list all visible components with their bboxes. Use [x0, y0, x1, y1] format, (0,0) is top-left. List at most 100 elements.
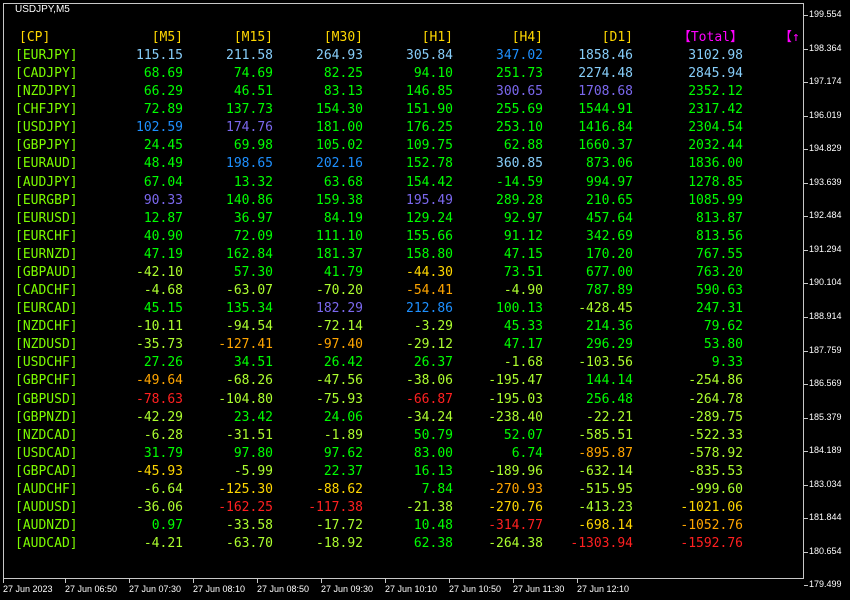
value-cell: -5.99 — [233, 463, 273, 479]
value-cell: 1544.91 — [578, 102, 633, 118]
value-cell: 162.84 — [226, 246, 273, 262]
value-cell: 111.10 — [316, 228, 363, 244]
value-cell: -289.75 — [688, 409, 743, 425]
value-cell: -38.06 — [406, 373, 453, 389]
value-cell: 159.38 — [316, 192, 363, 208]
value-cell: -49.64 — [136, 373, 183, 389]
value-cell: 46.51 — [233, 84, 273, 100]
value-cell: 94.10 — [413, 66, 453, 82]
value-cell: 787.89 — [586, 283, 633, 299]
value-cell: 82.25 — [323, 66, 363, 82]
value-cell: 12.87 — [143, 210, 183, 226]
value-cell: -999.60 — [688, 481, 743, 497]
value-cell: -44.30 — [406, 264, 453, 280]
value-cell: -1592.76 — [680, 536, 743, 552]
value-cell: 256.48 — [586, 391, 633, 407]
header-2: [M15] — [233, 30, 273, 45]
time-tick — [321, 579, 322, 583]
value-cell: 210.65 — [586, 192, 633, 208]
value-cell: -1052.76 — [680, 518, 743, 534]
value-cell: -314.77 — [488, 518, 543, 534]
value-cell: 100.13 — [496, 301, 543, 317]
price-tick — [804, 48, 808, 50]
value-cell: 135.34 — [226, 301, 273, 317]
value-cell: 6.74 — [511, 445, 543, 461]
value-cell: -29.12 — [406, 337, 453, 353]
value-cell: 97.62 — [323, 445, 363, 461]
time-label: 27 Jun 06:50 — [65, 584, 118, 594]
value-cell: -104.80 — [218, 391, 273, 407]
value-cell: 763.20 — [696, 264, 743, 280]
value-cell: 146.85 — [406, 84, 453, 100]
value-cell: 3102.98 — [688, 48, 743, 63]
value-cell: 1085.99 — [688, 192, 743, 208]
value-cell: 45.15 — [143, 301, 183, 317]
time-tick — [577, 579, 578, 583]
value-cell: -21.38 — [406, 500, 453, 515]
price-label: 198.364 — [809, 42, 842, 53]
price-axis[interactable]: 199.554 198.364 197.174 196.019 194.829 193.6… — [804, 0, 850, 600]
value-cell: -35.73 — [136, 337, 183, 353]
pair-label: [EURUSD] — [15, 210, 78, 226]
value-cell: 873.06 — [586, 156, 633, 172]
pair-label: [EURCAD] — [15, 301, 78, 317]
value-cell: 31.79 — [143, 445, 183, 461]
value-cell: -254.86 — [688, 373, 743, 389]
price-label: 183.034 — [809, 478, 842, 489]
value-cell: -88.62 — [316, 481, 363, 497]
time-axis[interactable]: 27 Jun 2023 27 Jun 06:50 27 Jun 07:30 27 Ju… — [0, 579, 804, 600]
value-cell: 72.89 — [143, 102, 183, 118]
value-cell: 23.42 — [233, 409, 273, 425]
value-cell: 90.33 — [143, 192, 183, 208]
value-cell: 151.90 — [406, 102, 453, 118]
value-cell: -125.30 — [218, 481, 273, 497]
price-label: 186.569 — [809, 378, 842, 389]
pair-label: [NZDCAD] — [15, 427, 78, 443]
value-cell: -515.95 — [578, 481, 633, 497]
value-cell: 342.69 — [586, 228, 633, 244]
value-cell: 253.10 — [496, 120, 543, 136]
price-label: 192.484 — [809, 210, 842, 221]
time-label: 27 Jun 08:10 — [193, 584, 246, 594]
price-label: 185.379 — [809, 411, 842, 422]
value-cell: 144.14 — [586, 373, 633, 389]
value-cell: -835.53 — [688, 463, 743, 479]
value-cell: 73.51 — [503, 264, 543, 280]
value-cell: -1.89 — [323, 427, 363, 443]
value-cell: 813.87 — [696, 210, 743, 226]
header-1: [M5] — [151, 30, 183, 45]
price-tick — [804, 585, 808, 587]
value-cell: 129.24 — [406, 210, 453, 226]
value-cell: -578.92 — [688, 445, 743, 461]
price-tick — [804, 384, 808, 386]
value-cell: 255.69 — [496, 102, 543, 118]
value-cell: -6.28 — [143, 427, 183, 443]
value-cell: -31.51 — [226, 427, 273, 443]
value-cell: -189.96 — [488, 463, 543, 479]
value-cell: 300.65 — [496, 84, 543, 100]
value-cell: 182.29 — [316, 301, 363, 317]
value-cell: 137.73 — [226, 102, 273, 118]
value-cell: 170.20 — [586, 246, 633, 262]
value-cell: 1858.46 — [578, 48, 633, 63]
value-cell: 212.86 — [406, 301, 453, 317]
time-tick — [193, 579, 194, 583]
chart-area[interactable] — [3, 3, 804, 579]
value-cell: -585.51 — [578, 427, 633, 443]
pair-label: [AUDUSD] — [15, 500, 78, 515]
time-label: 27 Jun 08:50 — [257, 584, 310, 594]
value-cell: -94.54 — [226, 319, 273, 335]
value-cell: 457.64 — [586, 210, 633, 226]
pair-label: [EURNZD] — [15, 246, 78, 262]
value-cell: 40.90 — [143, 228, 183, 244]
price-label: 199.554 — [809, 9, 842, 19]
value-cell: -63.07 — [226, 283, 273, 299]
value-cell: 63.68 — [323, 174, 363, 190]
header-6: [D1] — [601, 30, 633, 45]
value-cell: 296.29 — [586, 337, 633, 353]
pair-label: [CHFJPY] — [15, 102, 78, 118]
value-cell: -6.64 — [143, 481, 183, 497]
value-cell: -117.38 — [308, 500, 363, 515]
value-cell: -17.72 — [316, 518, 363, 534]
value-cell: 347.02 — [496, 48, 543, 63]
